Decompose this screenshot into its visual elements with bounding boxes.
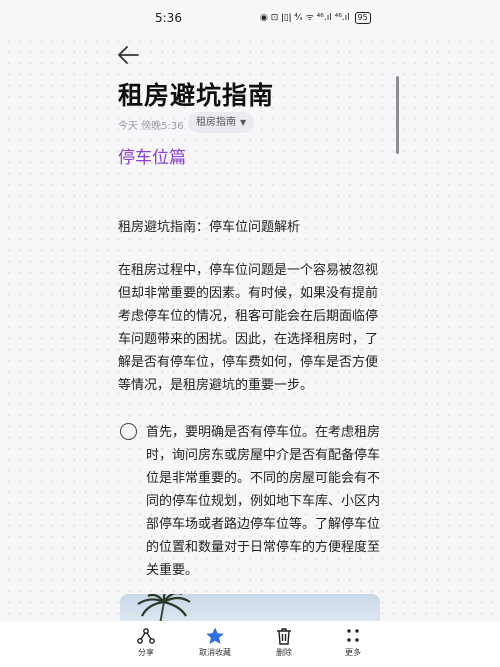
folder-name: 租房指南 xyxy=(196,117,236,128)
more-button[interactable]: 更多 xyxy=(323,627,383,658)
trash-icon xyxy=(277,628,291,645)
share-label: 分享 xyxy=(138,648,154,657)
more-label: 更多 xyxy=(345,648,361,657)
folder-selector[interactable]: 租房指南 ▼ xyxy=(188,112,255,133)
arrow-left-icon xyxy=(118,46,139,64)
todo-item-text[interactable]: 首先，要明确是否有停车位。在考虑租房时，询问房东或房屋中介是否有配备停车位是非常… xyxy=(146,421,382,582)
star-icon xyxy=(206,627,224,644)
battery-icon: 95 xyxy=(354,12,371,24)
status-icons: ◉ ⊡ ǀ▯ǀ ⁴⁄ₛ ᯤ ⁴⁶.ıl ⁴⁶.ıl 95 xyxy=(260,10,371,24)
note-timestamp: 今天 傍晚5:36 xyxy=(118,121,184,132)
share-icon xyxy=(137,628,155,644)
more-dots-icon xyxy=(347,629,359,642)
status-icons-text: ◉ ⊡ ǀ▯ǀ ⁴⁄ₛ ᯤ ⁴⁶.ıl ⁴⁶.ıl xyxy=(260,13,350,23)
bottom-action-bar: 分享 取消收藏 删除 更多 xyxy=(0,621,500,667)
status-time: 5:36 xyxy=(155,11,182,25)
back-button[interactable] xyxy=(116,44,142,66)
intro-line[interactable]: 租房避坑指南：停车位问题解析 xyxy=(118,216,300,235)
caret-down-icon: ▼ xyxy=(240,118,247,127)
body-paragraph[interactable]: 在租房过程中，停车位问题是一个容易被忽视但却非常重要的因素。有时候，如果没有提前… xyxy=(118,259,380,397)
note-subtitle[interactable]: 停车位篇 xyxy=(118,143,186,168)
unfavorite-label: 取消收藏 xyxy=(199,648,231,657)
status-bar: 5:36 ◉ ⊡ ǀ▯ǀ ⁴⁄ₛ ᯤ ⁴⁶.ıl ⁴⁶.ıl 95 xyxy=(0,0,500,34)
share-button[interactable]: 分享 xyxy=(116,627,176,658)
todo-checkbox[interactable] xyxy=(120,423,137,440)
embedded-image[interactable] xyxy=(120,594,380,624)
delete-button[interactable]: 删除 xyxy=(254,627,314,658)
note-title[interactable]: 租房避坑指南 xyxy=(118,76,274,112)
unfavorite-button[interactable]: 取消收藏 xyxy=(185,627,245,658)
scrollbar[interactable] xyxy=(396,76,399,154)
palm-tree-image xyxy=(137,594,191,624)
delete-label: 删除 xyxy=(276,648,292,657)
